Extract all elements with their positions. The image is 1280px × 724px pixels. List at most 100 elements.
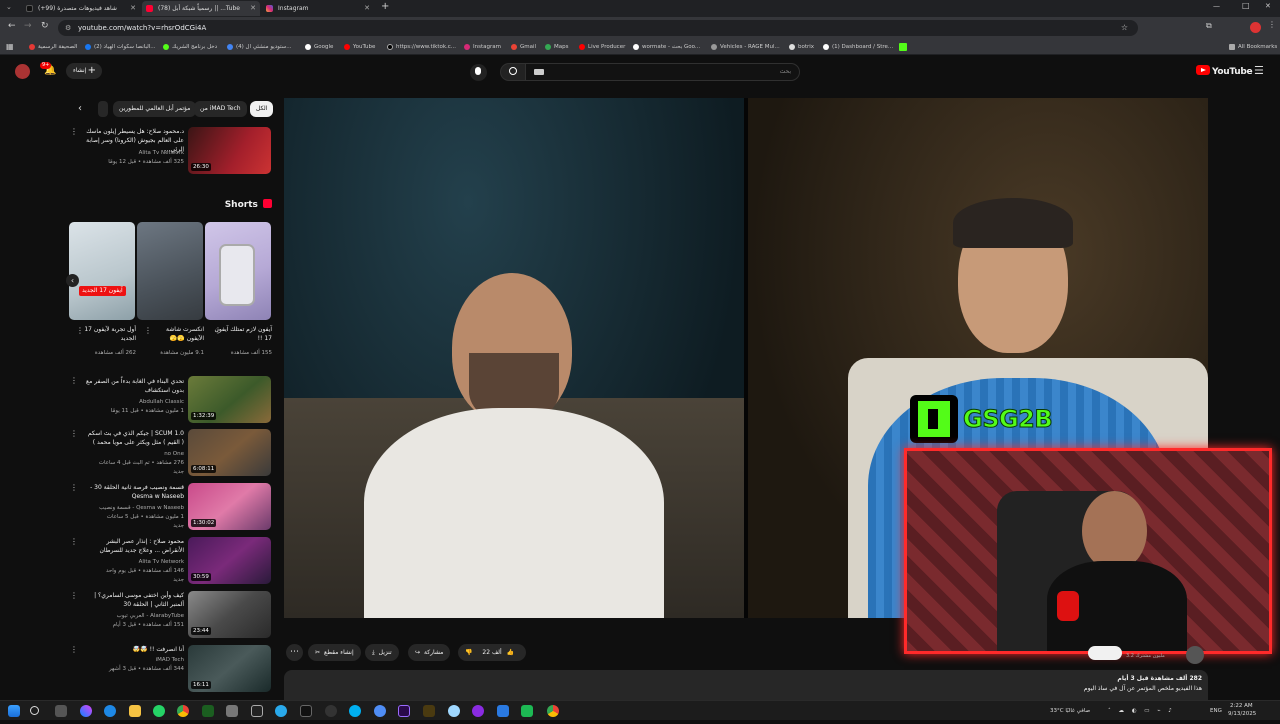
profile-avatar[interactable] <box>1250 22 1261 33</box>
apps-grid-icon[interactable]: ▦ <box>6 42 14 51</box>
bookmark-star-icon[interactable]: ☆ <box>1121 20 1128 36</box>
windows-start-icon[interactable] <box>8 705 20 717</box>
bookmark-item[interactable]: YouTube <box>343 39 375 55</box>
video-title[interactable]: أنا انصرفت !! 🤯🤯 <box>84 645 184 654</box>
forward-icon[interactable]: → <box>24 21 32 31</box>
hamburger-menu-icon[interactable]: ☰ <box>1254 64 1264 77</box>
like-icon[interactable]: 👍 <box>507 649 514 656</box>
bookmark-item[interactable]: botrix <box>788 39 814 55</box>
more-options-icon[interactable]: ⋮ <box>144 326 152 335</box>
video-thumbnail[interactable]: 6:08:11 <box>188 429 271 476</box>
copilot-icon[interactable] <box>80 705 92 717</box>
download-button[interactable]: ⤓ تنزيل <box>365 644 399 661</box>
app-icon[interactable] <box>497 705 509 717</box>
more-options-icon[interactable]: ⋮ <box>70 591 78 600</box>
video-title[interactable]: كيف وأين اختفى موسى السامري؟ | ألمنبر ال… <box>84 591 184 609</box>
site-info-icon[interactable]: ⚙ <box>65 20 71 36</box>
more-actions-icon[interactable]: ⋯ <box>286 644 303 661</box>
like-count[interactable]: 22 ألف <box>482 649 501 656</box>
more-options-icon[interactable]: ⋮ <box>70 483 78 492</box>
bookmark-item[interactable]: https://www.tiktok.c... <box>386 39 456 55</box>
back-icon[interactable]: ← <box>8 21 16 31</box>
skype-icon[interactable] <box>349 705 361 717</box>
address-bar[interactable]: ⚙ youtube.com/watch?v=rhsrOdCGi4A ☆ <box>58 20 1138 36</box>
bookmark-item[interactable]: Maps <box>544 39 568 55</box>
close-tab-icon[interactable]: ✕ <box>130 1 136 16</box>
chrome-icon[interactable] <box>177 705 189 717</box>
video-title[interactable]: محمود صلاح : إنذار عصر البشر الأنقراض ..… <box>84 537 184 555</box>
task-view-icon[interactable] <box>55 705 67 717</box>
video-title[interactable]: تحدي البناء في الغابة بدءاً من الصفر مع … <box>84 377 184 395</box>
app-icon[interactable] <box>374 705 386 717</box>
bookmark-item[interactable]: Vehicles - RAGE Mul... <box>710 39 780 55</box>
short-thumbnail[interactable] <box>205 222 271 320</box>
extensions-icon[interactable]: ⧉ <box>1206 21 1212 31</box>
whatsapp-icon[interactable] <box>153 705 165 717</box>
more-options-icon[interactable]: ⋮ <box>70 127 78 136</box>
tray-icons[interactable]: ˄ ☁ ◐ ▭ ⌁ ♪ <box>1108 701 1175 721</box>
short-title[interactable]: انكسرت شاشة الآيفون 🫣🫣 <box>150 325 204 343</box>
dislike-button[interactable]: 👎 <box>465 649 472 656</box>
bookmark-item[interactable]: الصحيفة الرسمية <box>28 39 77 55</box>
tab-search-icon[interactable]: ⌄ <box>6 3 12 11</box>
app-icon[interactable] <box>251 705 263 717</box>
app-icon[interactable] <box>448 705 460 717</box>
chip-all[interactable]: الكل <box>250 101 274 117</box>
bookmark-item[interactable]: Live Producer <box>578 39 625 55</box>
bookmark-item[interactable]: Google <box>304 39 333 55</box>
subscribe-button[interactable] <box>1088 646 1122 660</box>
app-icon[interactable] <box>202 705 214 717</box>
video-thumbnail[interactable]: 23:44 <box>188 591 271 638</box>
tab-trending[interactable]: شاهد فيديوهات متصدرة (99+) ✕ <box>22 1 140 16</box>
browser-menu-icon[interactable]: ⋮ <box>1268 20 1276 29</box>
video-thumbnail[interactable]: 1:30:02 <box>188 483 271 530</box>
share-button[interactable]: ↪ مشاركة <box>408 644 451 661</box>
channel-avatar[interactable] <box>1186 646 1204 664</box>
premiere-icon[interactable] <box>398 705 410 717</box>
chrome-active-icon[interactable] <box>547 705 559 717</box>
bookmark-item[interactable]: wormate - بحث Goo... <box>632 39 700 55</box>
app-icon[interactable] <box>226 705 238 717</box>
video-title[interactable]: SCUM 1.0 | جيكم الذي في بث اسكم ( القيم … <box>84 429 184 447</box>
create-button[interactable]: إنشاء + <box>66 63 102 79</box>
app-icon[interactable] <box>521 705 533 717</box>
more-options-icon[interactable]: ⋮ <box>70 537 78 546</box>
all-bookmarks[interactable]: All Bookmarks <box>1228 39 1277 55</box>
keyboard-icon[interactable] <box>534 69 544 75</box>
video-thumbnail[interactable]: 26:30 <box>188 127 271 174</box>
file-explorer-icon[interactable] <box>129 705 141 717</box>
voice-search-button[interactable] <box>470 64 487 81</box>
kick-bookmark-icon[interactable] <box>899 43 907 51</box>
language-indicator[interactable]: ENG <box>1210 701 1222 721</box>
more-options-icon[interactable]: ⋮ <box>70 645 78 654</box>
video-channel[interactable]: Alita Tv Network <box>84 149 184 157</box>
edge-icon[interactable] <box>104 705 116 717</box>
short-thumbnail[interactable]: آيفون 17 الجديد <box>69 222 135 320</box>
close-window-button[interactable]: ✕ <box>1265 2 1271 10</box>
more-options-icon[interactable]: ⋮ <box>70 376 78 385</box>
bookmark-item[interactable]: Instagram <box>463 39 501 55</box>
clock-date[interactable]: 9/13/2025 <box>1228 704 1256 724</box>
more-options-icon[interactable]: ⋮ <box>76 326 84 335</box>
app-icon[interactable] <box>300 705 312 717</box>
clip-button[interactable]: ✂ إنشاء مقطع <box>308 644 361 661</box>
search-icon[interactable] <box>30 706 39 715</box>
weather-widget[interactable]: 33°C صافي غالبًا <box>1050 701 1090 721</box>
video-channel[interactable]: Qesma w Naseeb - قسمة ونصيب <box>84 504 184 512</box>
chip-wwdc[interactable]: مؤتمر أبل العالمي للمطورين <box>113 101 197 117</box>
bookmark-item[interactable]: (1) Dashboard / Stre... <box>822 39 893 55</box>
close-tab-icon[interactable]: ✕ <box>250 1 256 16</box>
minimize-button[interactable]: — <box>1213 2 1220 10</box>
bookmark-item[interactable]: (4) ستوديو منشئي ال... <box>226 39 292 55</box>
maximize-button[interactable]: □ <box>1242 1 1250 10</box>
telegram-icon[interactable] <box>275 705 287 717</box>
obs-icon[interactable] <box>325 705 337 717</box>
video-title[interactable]: قسمة ونصيب فرصة ثانية الحلقة 30 - Qesma … <box>84 483 184 501</box>
chips-prev-icon[interactable]: ‹ <box>78 103 82 114</box>
short-thumbnail[interactable] <box>137 222 203 320</box>
video-thumbnail[interactable]: 30:59 <box>188 537 271 584</box>
more-options-icon[interactable]: ⋮ <box>70 429 78 438</box>
new-tab-button[interactable]: + <box>381 1 389 12</box>
video-channel[interactable]: no One <box>84 450 184 458</box>
video-channel[interactable]: iMAD Tech <box>84 656 184 664</box>
